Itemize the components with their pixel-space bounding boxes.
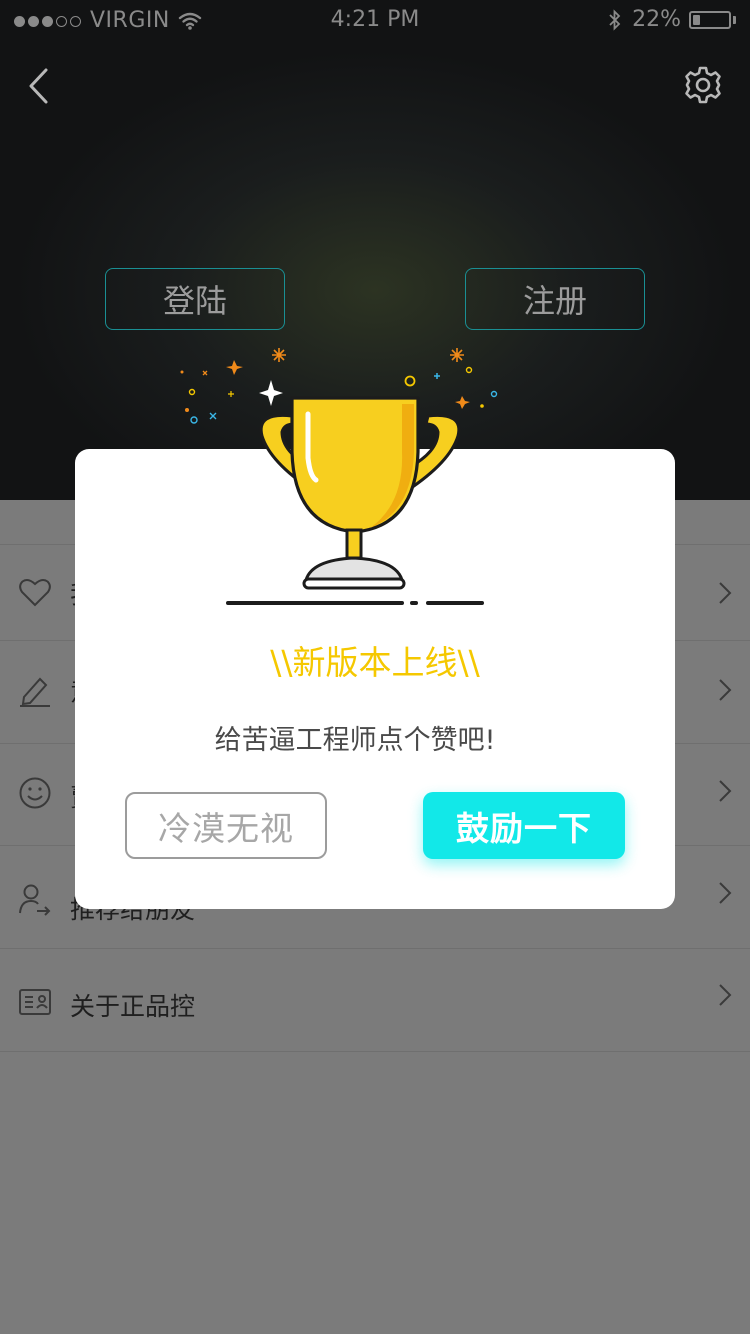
list-item-about[interactable]: 关于正品控 [0, 949, 750, 1052]
register-button[interactable]: 注册 [465, 268, 645, 330]
cheer-button[interactable]: 鼓励一下 [423, 792, 625, 859]
battery-percent: 22% [632, 7, 681, 32]
chevron-right-icon [719, 780, 732, 802]
chevron-right-icon [719, 882, 732, 904]
trophy-icon [180, 348, 498, 605]
dialog-message: 给苦逼工程师点个赞吧! [214, 725, 496, 756]
heart-icon [19, 578, 51, 607]
smiley-icon [19, 777, 51, 809]
trophy-cup [290, 396, 420, 534]
list-item-label: 关于正品控 [70, 992, 196, 1021]
bluetooth-icon [609, 8, 621, 31]
ignore-button[interactable]: 冷漠无视 [125, 792, 327, 859]
dialog-title: \\新版本上线\\ [270, 643, 480, 682]
status-bar: VIRGIN 4:21 PM 22% [0, 0, 750, 40]
chevron-right-icon [719, 582, 732, 604]
user-share-icon [19, 884, 51, 916]
chevron-left-icon[interactable] [22, 64, 58, 108]
chevron-right-icon [719, 984, 732, 1006]
gear-icon[interactable] [682, 64, 724, 106]
id-card-icon [19, 989, 51, 1015]
battery-icon [689, 10, 731, 29]
login-button[interactable]: 登陆 [105, 268, 285, 330]
